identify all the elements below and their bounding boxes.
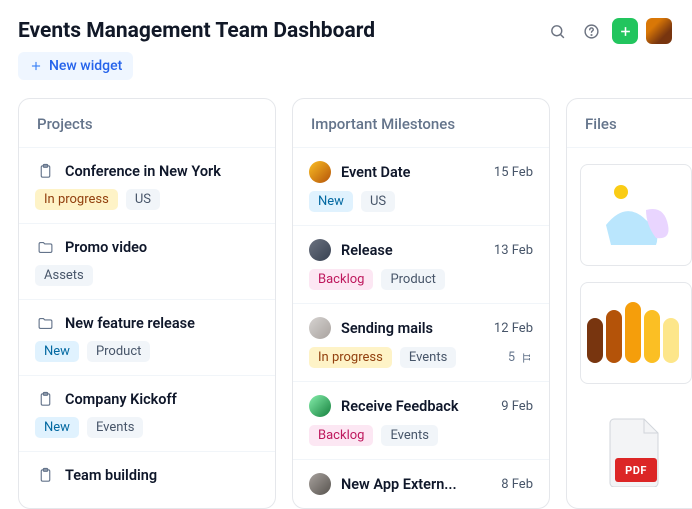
project-title: Team building bbox=[65, 467, 259, 484]
milestone-title: New App Extern... bbox=[341, 476, 491, 493]
milestone-title: Release bbox=[341, 242, 484, 259]
clipboard-icon bbox=[35, 161, 55, 181]
project-title: Company Kickoff bbox=[65, 391, 259, 408]
projects-card: Projects Conference in New York In progr… bbox=[18, 98, 276, 509]
files-card: Files PDF bbox=[566, 98, 692, 509]
assignee-avatar bbox=[309, 395, 331, 417]
status-badge: Backlog bbox=[309, 269, 373, 290]
tag: US bbox=[361, 191, 395, 212]
milestone-title: Receive Feedback bbox=[341, 398, 491, 415]
milestone-date: 12 Feb bbox=[494, 321, 533, 336]
user-avatar[interactable] bbox=[646, 18, 672, 44]
milestone-item[interactable]: Event Date 15 Feb New US bbox=[293, 148, 549, 226]
project-item[interactable]: Company Kickoff New Events bbox=[19, 376, 275, 452]
status-badge: New bbox=[35, 417, 79, 438]
project-item[interactable]: Team building bbox=[19, 452, 275, 498]
new-widget-label: New widget bbox=[49, 58, 122, 74]
milestone-date: 9 Feb bbox=[501, 399, 533, 414]
help-icon[interactable] bbox=[578, 18, 604, 44]
milestone-date: 8 Feb bbox=[501, 477, 533, 492]
project-item[interactable]: Conference in New York In progress US bbox=[19, 148, 275, 224]
page-title: Events Management Team Dashboard bbox=[18, 19, 375, 43]
file-thumbnail[interactable] bbox=[580, 164, 692, 266]
milestones-header: Important Milestones bbox=[293, 99, 549, 148]
header-actions bbox=[544, 18, 672, 44]
milestone-title: Sending mails bbox=[341, 320, 484, 337]
tag: Events bbox=[87, 417, 143, 438]
milestone-item[interactable]: New App Extern... 8 Feb bbox=[293, 460, 549, 508]
tag: Product bbox=[381, 269, 444, 290]
assignee-avatar bbox=[309, 239, 331, 261]
file-thumbnail[interactable] bbox=[580, 282, 692, 384]
milestone-date: 15 Feb bbox=[494, 165, 533, 180]
projects-header: Projects bbox=[19, 99, 275, 148]
tag: US bbox=[126, 189, 160, 210]
tag: Product bbox=[87, 341, 150, 362]
milestone-title: Event Date bbox=[341, 164, 484, 181]
folder-icon bbox=[35, 237, 55, 257]
project-title: Conference in New York bbox=[65, 163, 259, 180]
tag: Assets bbox=[35, 265, 93, 286]
add-button[interactable] bbox=[612, 18, 638, 44]
subtask-count: 5 bbox=[508, 350, 533, 365]
assignee-avatar bbox=[309, 473, 331, 495]
status-badge: In progress bbox=[309, 347, 392, 368]
file-thumbnail[interactable]: PDF bbox=[580, 400, 692, 502]
assignee-avatar bbox=[309, 161, 331, 183]
status-badge: Backlog bbox=[309, 425, 373, 446]
assignee-avatar bbox=[309, 317, 331, 339]
milestone-date: 13 Feb bbox=[494, 243, 533, 258]
folder-icon bbox=[35, 313, 55, 333]
project-item[interactable]: New feature release New Product bbox=[19, 300, 275, 376]
status-badge: New bbox=[35, 341, 79, 362]
pdf-badge: PDF bbox=[615, 458, 657, 482]
search-icon[interactable] bbox=[544, 18, 570, 44]
project-title: New feature release bbox=[65, 315, 259, 332]
milestones-card: Important Milestones Event Date 15 Feb N… bbox=[292, 98, 550, 509]
status-badge: New bbox=[309, 191, 353, 212]
tag: Events bbox=[381, 425, 437, 446]
project-title: Promo video bbox=[65, 239, 259, 256]
project-item[interactable]: Promo video Assets bbox=[19, 224, 275, 300]
milestone-item[interactable]: Release 13 Feb Backlog Product bbox=[293, 226, 549, 304]
new-widget-button[interactable]: New widget bbox=[18, 52, 133, 80]
files-header: Files bbox=[567, 99, 692, 148]
milestone-item[interactable]: Receive Feedback 9 Feb Backlog Events bbox=[293, 382, 549, 460]
status-badge: In progress bbox=[35, 189, 118, 210]
clipboard-icon bbox=[35, 465, 55, 485]
clipboard-icon bbox=[35, 389, 55, 409]
tag: Events bbox=[400, 347, 456, 368]
milestone-item[interactable]: Sending mails 12 Feb In progress Events … bbox=[293, 304, 549, 382]
